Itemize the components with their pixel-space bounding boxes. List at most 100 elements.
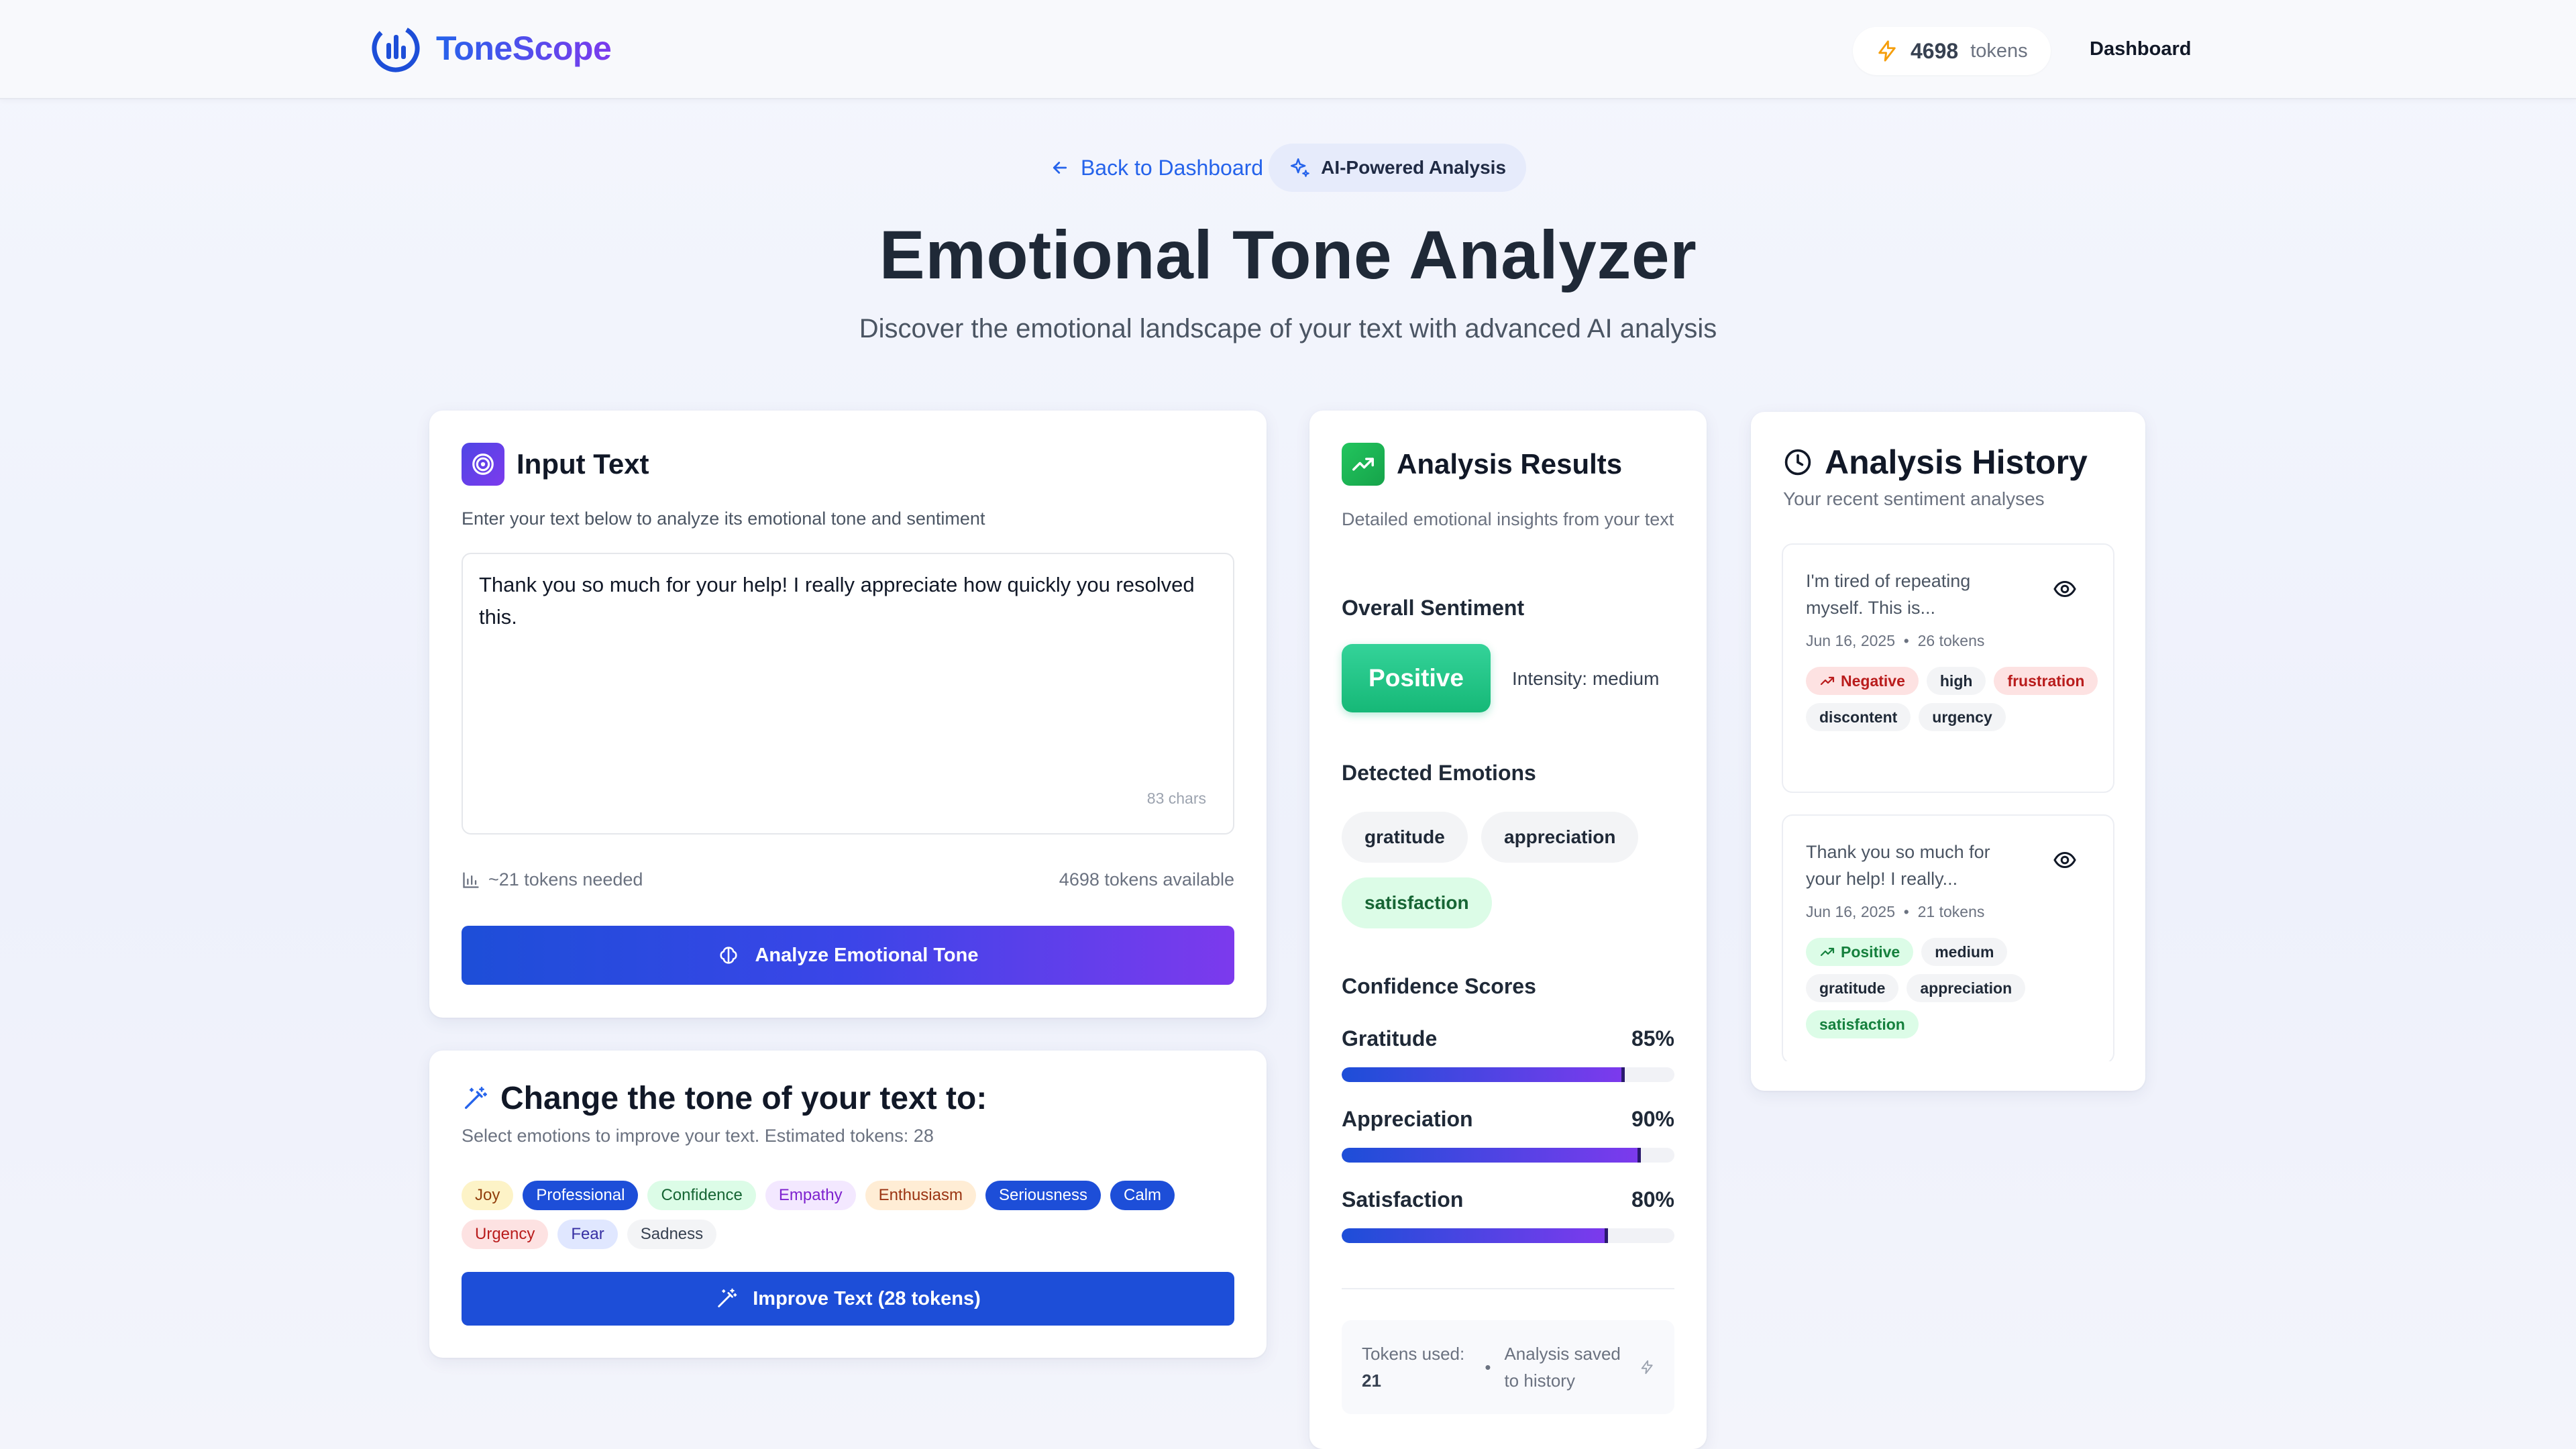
back-to-dashboard-link[interactable]: Back to Dashboard — [1050, 156, 1266, 180]
tone-chip-sadness[interactable]: Sadness — [627, 1220, 717, 1249]
input-text-card: Input Text Enter your text below to anal… — [429, 411, 1267, 1018]
text-input-area[interactable]: Thank you so much for your help! I reall… — [462, 553, 1234, 835]
history-item-text: Thank you so much for your help! I reall… — [1806, 842, 1990, 889]
analysis-history-card: Analysis History Your recent sentiment a… — [1751, 412, 2145, 1091]
change-tone-card: Change the tone of your text to: Select … — [429, 1051, 1267, 1358]
tone-chip-seriousness[interactable]: Seriousness — [985, 1181, 1102, 1210]
history-item-text: I'm tired of repeating myself. This is..… — [1806, 571, 1971, 618]
trending-icon — [1819, 944, 1835, 960]
text-input-value: Thank you so much for your help! I reall… — [479, 573, 1195, 629]
score-progress-fill — [1342, 1067, 1625, 1082]
history-intensity-badge: medium — [1921, 938, 2008, 966]
input-card-header: Input Text — [462, 443, 649, 486]
history-emotion-tag: frustration — [1994, 667, 2098, 695]
tone-chip-calm[interactable]: Calm — [1110, 1181, 1175, 1210]
input-card-description: Enter your text below to analyze its emo… — [462, 508, 985, 529]
history-item[interactable]: I'm tired of repeating myself. This is..… — [1782, 543, 2114, 793]
history-sentiment-label: Positive — [1841, 943, 1900, 961]
tone-chip-joy[interactable]: Joy — [462, 1181, 514, 1210]
tone-chip-fear[interactable]: Fear — [557, 1220, 618, 1249]
page-subtitle: Discover the emotional landscape of your… — [859, 314, 1717, 343]
nav-dashboard-link[interactable]: Dashboard — [2090, 38, 2191, 60]
history-sentiment-label: Negative — [1841, 672, 1905, 690]
lightning-icon — [1641, 1360, 1653, 1375]
lightning-icon — [1878, 40, 1896, 62]
history-item-date: Jun 16, 2025 — [1806, 632, 1896, 649]
sentiment-badge: Positive — [1342, 644, 1491, 712]
tokens-available: 4698 tokens available — [1059, 869, 1234, 890]
confidence-score-appreciation: Appreciation 90% — [1342, 1107, 1674, 1163]
score-label: Gratitude — [1342, 1026, 1438, 1051]
magic-wand-icon — [465, 1086, 487, 1109]
tone-card-subtitle: Select emotions to improve your text. Es… — [462, 1126, 934, 1146]
history-emotion-tag: discontent — [1806, 703, 1911, 731]
token-count: 4698 — [1911, 38, 1959, 63]
tone-chip-professional[interactable]: Professional — [523, 1181, 639, 1210]
trending-up-icon-badge — [1342, 443, 1385, 486]
target-icon — [472, 453, 494, 475]
history-item-tags: Negative high frustration discontent urgency — [1806, 667, 2101, 731]
token-balance: 4698 tokens — [1853, 27, 2051, 75]
back-link-label: Back to Dashboard — [1080, 155, 1264, 180]
input-card-title: Input Text — [517, 448, 649, 480]
history-item-tokens: 21 tokens — [1917, 903, 1985, 920]
analyze-button[interactable]: Analyze Emotional Tone — [462, 926, 1234, 985]
emotion-chip-appreciation: appreciation — [1481, 812, 1639, 863]
history-item-tags: Positive medium gratitude appreciation satis… — [1806, 938, 2101, 1038]
emotion-chip-satisfaction: satisfaction — [1342, 877, 1492, 928]
char-count: 83 chars — [1146, 790, 1206, 807]
tone-chip-confidence[interactable]: Confidence — [647, 1181, 756, 1210]
results-card-header: Analysis Results — [1342, 443, 1622, 486]
separator-dot: • — [1485, 1357, 1491, 1377]
confidence-score-satisfaction: Satisfaction 80% — [1342, 1187, 1674, 1243]
score-progress-bar — [1342, 1067, 1674, 1082]
magic-wand-icon — [718, 1288, 737, 1307]
score-label: Satisfaction — [1342, 1187, 1464, 1212]
divider — [1342, 1288, 1674, 1289]
brand-logo[interactable]: ToneScope — [369, 21, 612, 75]
arrow-left-icon — [1053, 162, 1067, 174]
ai-badge-label: AI-Powered Analysis — [1321, 157, 1507, 178]
score-progress-bar — [1342, 1228, 1674, 1243]
clock-icon — [1784, 449, 1811, 476]
eye-icon[interactable] — [2053, 577, 2077, 601]
history-card-subtitle: Your recent sentiment analyses — [1783, 488, 2045, 509]
eye-icon[interactable] — [2053, 848, 2077, 872]
emotion-chip-gratitude: gratitude — [1342, 812, 1468, 863]
tone-chip-empathy[interactable]: Empathy — [765, 1181, 856, 1210]
history-card-title: Analysis History — [1825, 443, 2088, 481]
tone-chip-enthusiasm[interactable]: Enthusiasm — [865, 1181, 976, 1210]
tone-card-header: Change the tone of your text to: — [462, 1080, 987, 1117]
history-list[interactable]: I'm tired of repeating myself. This is..… — [1782, 543, 2114, 1061]
score-label: Appreciation — [1342, 1107, 1473, 1131]
tokens-needed: ~21 tokens needed — [462, 869, 643, 890]
score-value: 85% — [1631, 1026, 1674, 1051]
tone-card-title: Change the tone of your text to: — [500, 1081, 987, 1116]
confidence-score-gratitude: Gratitude 85% — [1342, 1026, 1674, 1082]
score-progress-fill — [1342, 1228, 1608, 1243]
intensity-label: Intensity: medium — [1512, 668, 1660, 689]
analysis-saved-note: Analysis saved to history — [1504, 1344, 1621, 1391]
separator-dot: • — [1895, 632, 1918, 649]
history-emotion-tag: urgency — [1919, 703, 2006, 731]
analyze-button-label: Analyze Emotional Tone — [755, 944, 979, 966]
history-item-meta: Jun 16, 2025 • 21 tokens — [1806, 903, 1984, 921]
history-emotion-tag: satisfaction — [1806, 1010, 1919, 1038]
history-item-tokens: 26 tokens — [1917, 632, 1985, 649]
ai-powered-badge: AI-Powered Analysis — [1269, 144, 1527, 192]
tokens-needed-label: ~21 tokens needed — [488, 869, 643, 890]
history-intensity-badge: high — [1926, 667, 1986, 695]
history-item[interactable]: Thank you so much for your help! I reall… — [1782, 814, 2114, 1061]
results-card-title: Analysis Results — [1397, 448, 1623, 480]
history-emotion-tag: gratitude — [1806, 974, 1899, 1002]
logo-icon — [372, 24, 420, 72]
detected-emotions-label: Detected Emotions — [1342, 761, 1536, 785]
brain-icon — [720, 947, 738, 964]
score-value: 90% — [1631, 1107, 1674, 1131]
tone-chip-urgency[interactable]: Urgency — [462, 1220, 549, 1249]
improve-text-button[interactable]: Improve Text (28 tokens) — [462, 1272, 1234, 1326]
score-progress-bar — [1342, 1148, 1674, 1163]
analysis-results-card: Analysis Results Detailed emotional insi… — [1309, 411, 1707, 1449]
improve-button-label: Improve Text (28 tokens) — [753, 1287, 981, 1309]
trending-up-icon — [1352, 458, 1374, 471]
